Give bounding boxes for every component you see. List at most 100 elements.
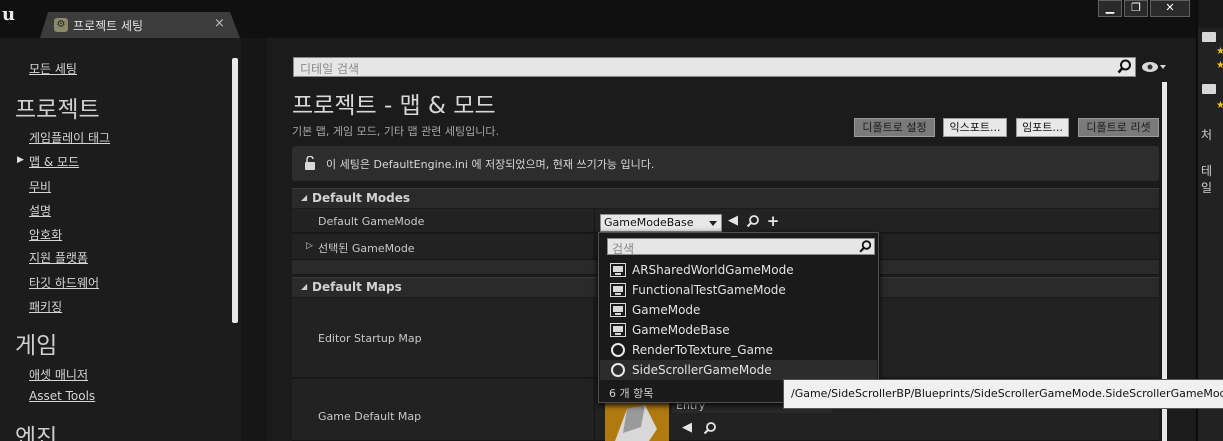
sidebar-item-asset-manager[interactable]: 애셋 매니저 — [29, 366, 88, 383]
asset-path-tooltip: /Game/SideScrollerBP/Blueprints/SideScro… — [783, 379, 1223, 409]
list-item-label: GameModeBase — [632, 323, 730, 337]
sidebar-item-packaging[interactable]: 패키징 — [29, 298, 62, 315]
set-as-default-button[interactable]: 디폴트로 설정 — [854, 118, 935, 137]
star-icon: ★ — [1216, 60, 1223, 71]
list-item-label: GameMode — [632, 303, 701, 317]
row-label: Game Default Map — [318, 410, 422, 423]
star-icon: ★ — [1216, 46, 1223, 57]
selected-arrow-icon: ▶ — [17, 155, 24, 165]
details-panel: 디테일 검색 프로젝트 - 맵 & 모드 기본 맵, 게임 모드, 기타 맵 관… — [268, 38, 1223, 441]
arrow-left-icon[interactable]: ◀ — [680, 421, 694, 435]
sidebar-item-supported-platforms[interactable]: 지원 플랫폼 — [29, 249, 88, 266]
column-divider — [594, 298, 595, 377]
settings-sidebar: 모든 세팅 프로젝트 게임플레이 태그 ▶ 맵 & 모드 무비 설명 암호화 지… — [0, 38, 267, 441]
sidebar-header-project: 프로젝트 — [15, 97, 100, 123]
window-controls: ▁ ❐ ✕ — [1096, 0, 1190, 17]
folder-icon — [1202, 32, 1216, 42]
tab-project-settings[interactable]: ⚙ 프로젝트 세팅 × — [40, 12, 240, 38]
list-item[interactable]: GameMode — [600, 300, 877, 320]
dropdown-search-placeholder: 검색 — [612, 242, 635, 256]
panel-text: 처 — [1201, 128, 1213, 142]
unreal-logo-icon: u — [2, 4, 16, 25]
adjacent-panel-header — [1198, 0, 1223, 28]
list-item[interactable]: RenderToTexture_Game — [600, 340, 877, 360]
browse-search-icon[interactable] — [746, 214, 760, 228]
list-item-label: SideScrollerGameMode — [632, 363, 772, 377]
sidebar-scrollbar[interactable] — [232, 58, 238, 323]
details-search-input[interactable]: 디테일 검색 — [293, 57, 1136, 77]
minimize-button[interactable]: ▁ — [1098, 0, 1122, 17]
blueprint-icon — [610, 303, 626, 317]
reset-to-default-button[interactable]: 디폴트로 리셋 — [1078, 118, 1159, 137]
gamemode-dropdown: 검색 ARSharedWorldGameMode FunctionalTestG… — [598, 232, 879, 403]
list-item[interactable]: GameModeBase — [600, 320, 877, 340]
project-settings-window: u ⚙ 프로젝트 세팅 × ▁ ❐ ✕ ★ ★ ★ 처 테일 모든 세팅 프로젝… — [0, 0, 1223, 441]
row-label: Editor Startup Map — [318, 332, 422, 345]
list-item[interactable]: ARSharedWorldGameMode — [600, 260, 877, 280]
sidebar-scroll-track — [241, 38, 267, 441]
search-icon — [859, 240, 872, 253]
close-button[interactable]: ✕ — [1150, 0, 1190, 17]
chevron-down-icon — [709, 221, 717, 226]
blueprint-icon — [610, 283, 626, 297]
collapse-caret-icon: ◢ — [301, 282, 308, 291]
sidebar-item-encryption[interactable]: 암호화 — [29, 226, 62, 243]
search-icon[interactable] — [1117, 59, 1132, 74]
sidebar-item-gameplay-tags[interactable]: 게임플레이 태그 — [29, 129, 110, 146]
notice-text: 이 세팅은 DefaultEngine.ini 에 저장되었으며, 현재 쓰기가… — [326, 158, 655, 171]
sidebar-item-target-hardware[interactable]: 타깃 하드웨어 — [29, 274, 99, 291]
tab-close-icon[interactable]: × — [214, 16, 225, 31]
tab-label: 프로젝트 세팅 — [73, 19, 144, 33]
circle-icon — [611, 363, 625, 377]
collapse-caret-icon: ◢ — [301, 193, 308, 202]
visibility-eye-icon[interactable] — [1141, 60, 1167, 74]
page-title: 프로젝트 - 맵 & 모드 — [292, 93, 496, 119]
list-item-hovered[interactable]: SideScrollerGameMode — [600, 360, 877, 380]
panel-text: 테일 — [1201, 164, 1213, 195]
combo-value: GameModeBase — [604, 216, 694, 229]
dropdown-search-input[interactable]: 검색 — [607, 238, 875, 256]
export-button[interactable]: 익스포트... — [943, 118, 1007, 137]
import-button[interactable]: 임포트... — [1016, 118, 1069, 137]
page-description: 기본 맵, 게임 모드, 기타 맵 관련 세팅입니다. — [292, 125, 500, 138]
unlock-icon — [305, 156, 315, 170]
gamemode-combo[interactable]: GameModeBase — [600, 214, 722, 232]
section-default-modes[interactable]: ◢ Default Modes — [292, 188, 1159, 208]
sidebar-item-description[interactable]: 설명 — [29, 202, 51, 219]
section-title: Default Modes — [312, 191, 411, 205]
star-icon: ★ — [1216, 100, 1223, 111]
column-divider — [594, 209, 595, 232]
map-thumbnail-image — [605, 399, 669, 441]
sidebar-header-engine: 엔진 — [15, 425, 58, 441]
folder-icon — [1202, 84, 1216, 94]
sidebar-item-asset-tools[interactable]: Asset Tools — [29, 389, 95, 403]
settings-gear-icon: ⚙ — [54, 18, 68, 32]
sidebar-item-all-settings[interactable]: 모든 세팅 — [29, 60, 77, 77]
column-divider — [594, 379, 595, 440]
search-placeholder: 디테일 검색 — [300, 62, 360, 76]
column-divider — [594, 234, 595, 259]
config-notice: 이 세팅은 DefaultEngine.ini 에 저장되었으며, 현재 쓰기가… — [292, 146, 1159, 181]
circle-icon — [611, 343, 625, 357]
item-count: 6 개 항목 — [609, 387, 654, 400]
row-label: 선택된 GameMode — [318, 242, 415, 255]
list-item-label: FunctionalTestGameMode — [632, 283, 786, 297]
sidebar-header-game: 게임 — [15, 333, 58, 359]
row-label: Default GameMode — [318, 215, 425, 228]
blueprint-icon — [610, 263, 626, 277]
adjacent-panel-strip: ★ ★ ★ 처 테일 — [1196, 0, 1223, 441]
add-plus-icon[interactable]: + — [766, 214, 780, 229]
expand-arrow-icon[interactable]: ▷ — [306, 241, 313, 251]
blueprint-icon — [610, 323, 626, 337]
arrow-left-icon[interactable]: ◀ — [726, 214, 740, 228]
map-thumbnail[interactable] — [605, 399, 669, 441]
sidebar-item-maps-modes[interactable]: 맵 & 모드 — [29, 153, 79, 170]
section-title: Default Maps — [312, 280, 402, 294]
maximize-button[interactable]: ❐ — [1124, 0, 1148, 17]
list-item-label: ARSharedWorldGameMode — [632, 263, 794, 277]
browse-search-icon[interactable] — [703, 421, 717, 435]
list-item[interactable]: FunctionalTestGameMode — [600, 280, 877, 300]
title-bar: u ⚙ 프로젝트 세팅 × ▁ ❐ ✕ — [0, 0, 1196, 38]
sidebar-item-movies[interactable]: 무비 — [29, 178, 51, 195]
list-item-label: RenderToTexture_Game — [632, 343, 774, 357]
